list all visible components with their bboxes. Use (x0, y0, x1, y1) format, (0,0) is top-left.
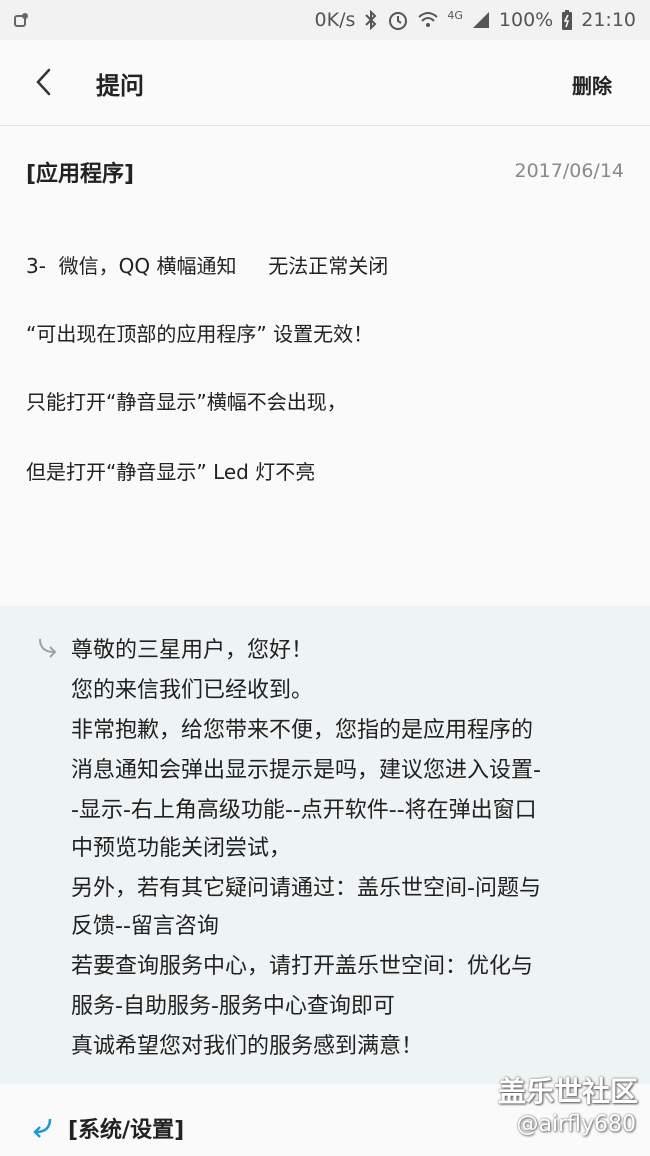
reply-line: -显示-右上角高级功能--点开软件--将在弹出窗口 (71, 798, 537, 823)
question-category: [应用程序] (26, 162, 135, 187)
return-arrow-icon (33, 1118, 52, 1138)
reply-line: 若要查询服务中心，请打开盖乐世空间：优化与 (71, 954, 534, 979)
reply-line: 反馈--留言咨询 (71, 914, 219, 939)
reply-line: 尊敬的三星用户，您好！ (71, 638, 314, 663)
reply-line: 另外，若有其它疑问请通过：盖乐世空间-问题与 (71, 876, 541, 901)
page-title: 提问 (96, 72, 144, 100)
chevron-left-icon (36, 68, 51, 96)
reply-line: 消息通知会弹出显示提示是吗，建议您进入设置- (71, 758, 541, 783)
battery-icon (562, 10, 573, 30)
reply-line: 服务-自助服务-服务中心查询即可 (71, 994, 395, 1019)
reply-line: 非常抱歉，给您带来不便，您指的是应用程序的 (71, 718, 534, 743)
next-question-category: [系统/设置] (68, 1118, 185, 1143)
reply-line: 您的来信我们已经收到。 (71, 678, 314, 703)
watermark-title: 盖乐世社区 (497, 1075, 638, 1108)
status-left (12, 10, 32, 30)
reply-arrow-icon (39, 638, 57, 658)
clock: 21:10 (581, 8, 636, 31)
reply-section: 尊敬的三星用户，您好！ 您的来信我们已经收到。 非常抱歉，给您带来不便，您指的是… (0, 606, 650, 1084)
reply-line: 真诚希望您对我们的服务感到满意！ (71, 1034, 424, 1059)
bluetooth-icon (365, 9, 377, 31)
alarm-icon (389, 12, 408, 30)
notification-icon (14, 13, 28, 27)
status-bar: 0K/s 4G 100% 21:10 (0, 0, 650, 40)
question-line: 3- 微信，QQ 横幅通知 无法正常关闭 (26, 254, 389, 278)
app-bar: 提问 删除 (0, 40, 650, 126)
watermark-user: @airfly680 (516, 1112, 636, 1137)
network-speed: 0K/s (314, 8, 356, 31)
battery-percent: 100% (498, 8, 554, 31)
question-line: “可出现在顶部的应用程序” 设置无效！ (26, 322, 374, 346)
question-line: 但是打开“静音显示” Led 灯不亮 (26, 460, 316, 484)
network-type: 4G (447, 8, 463, 22)
reply-line: 中预览功能关闭尝试， (71, 836, 292, 861)
delete-button[interactable]: 删除 (572, 70, 612, 99)
back-button[interactable] (24, 62, 64, 102)
question-date: 2017/06/14 (514, 160, 624, 182)
status-right: 0K/s 4G 100% 21:10 (315, 9, 636, 31)
signal-icon (472, 12, 489, 28)
question-line: 只能打开“静音显示”横幅不会出现， (26, 390, 347, 414)
question-section: [应用程序] 2017/06/14 3- 微信，QQ 横幅通知 无法正常关闭 “… (0, 126, 650, 606)
wifi-icon (418, 12, 439, 27)
